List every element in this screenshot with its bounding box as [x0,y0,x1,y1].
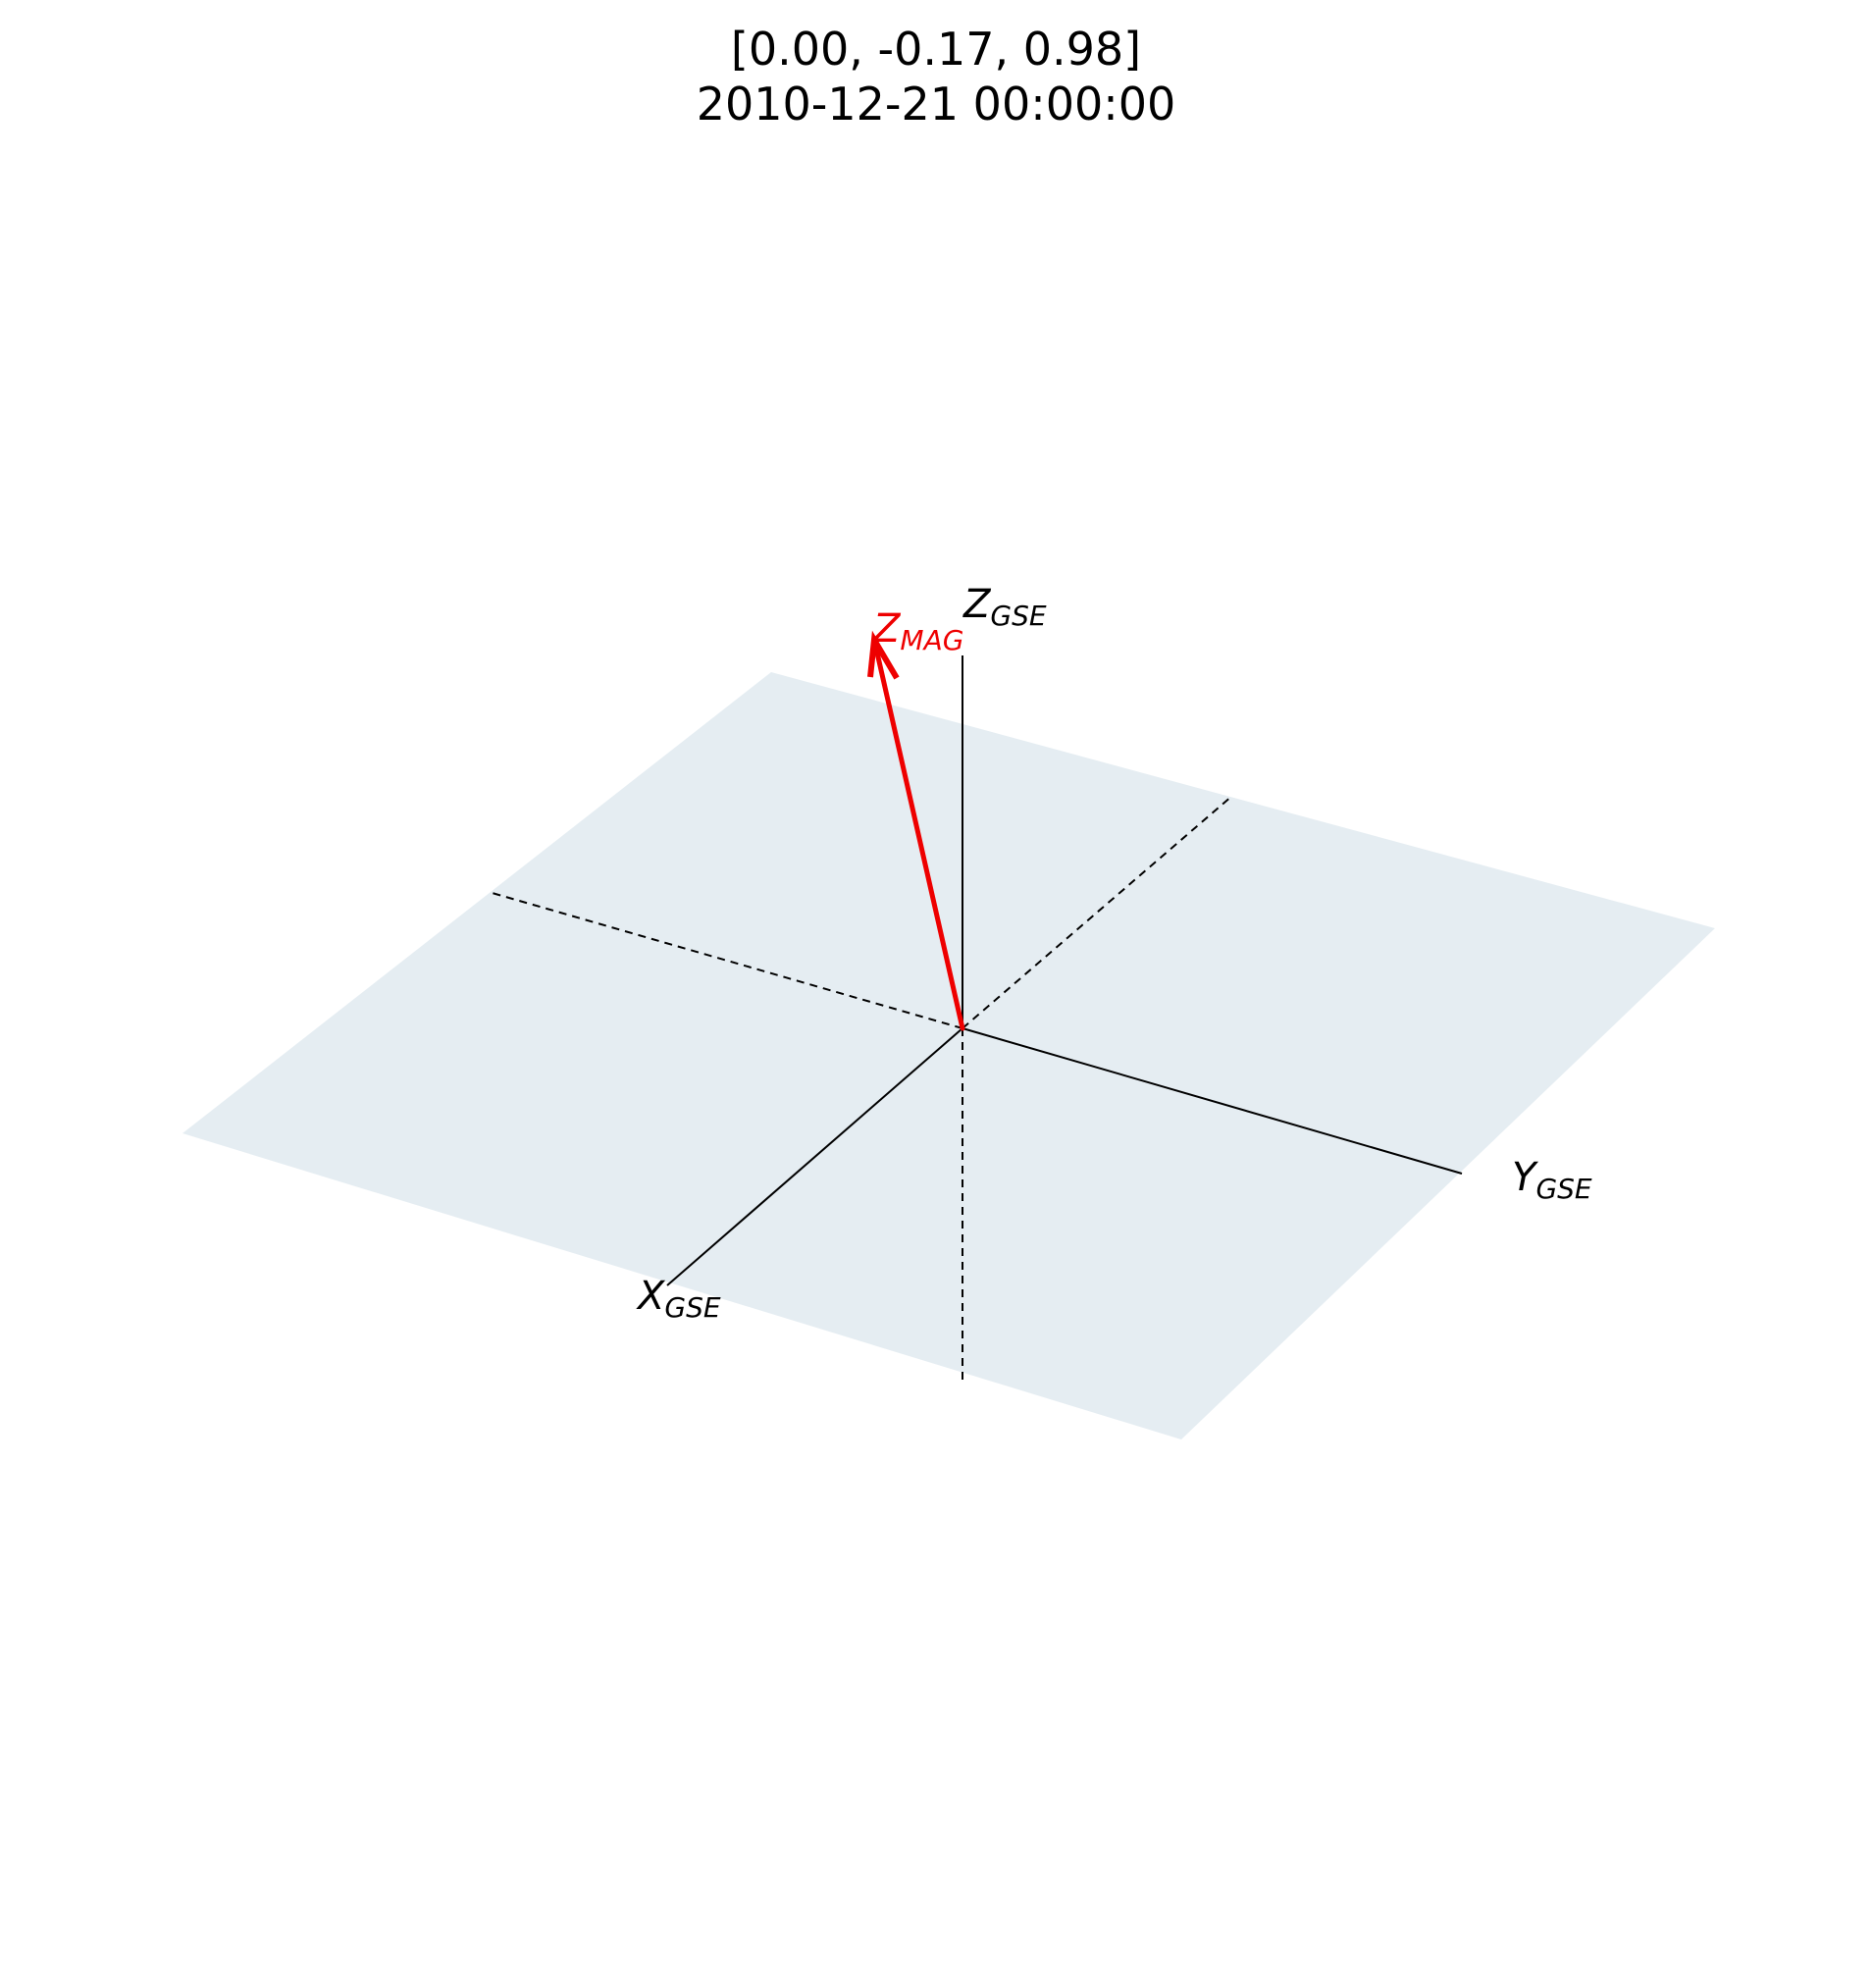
ecliptic-plane [182,672,1715,1439]
zmag-vector-label: ZMAG [872,606,963,656]
frame-diagram: [0.00, -0.17, 0.98] 2010-12-21 00:00:00 … [0,0,1872,1988]
title-vector-components: [0.00, -0.17, 0.98] [731,23,1141,76]
y-axis-label: YGSE [1512,1155,1592,1205]
title-timestamp: 2010-12-21 00:00:00 [697,78,1176,131]
z-axis-label: ZGSE [962,582,1047,632]
